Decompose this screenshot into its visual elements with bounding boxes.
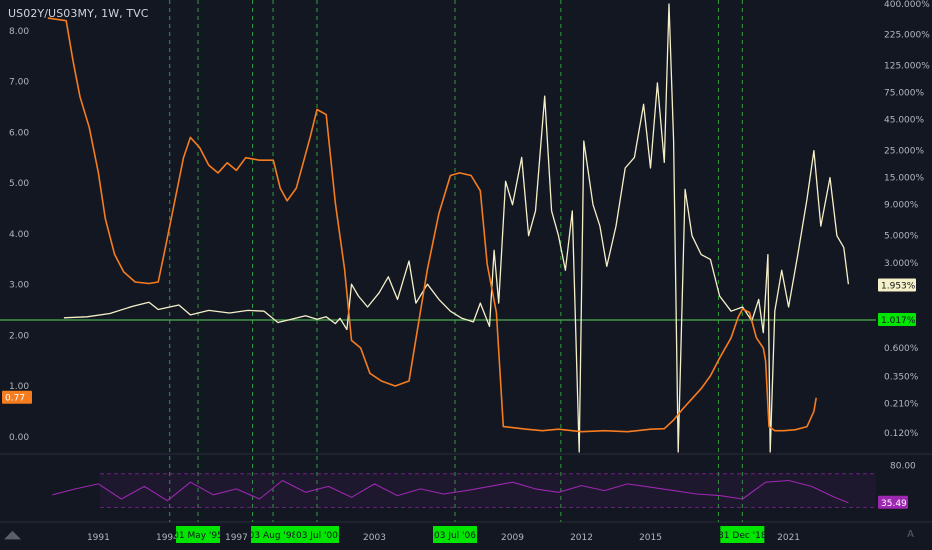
- last-value-volatility-badge-text: 1.953%: [881, 281, 916, 291]
- event-date-label: 03 Jul '06: [433, 526, 477, 543]
- right-axis-tick-label: 45.000%: [884, 116, 924, 126]
- chart-background: [0, 0, 932, 550]
- last-value-volatility-badge: 1.953%: [878, 278, 916, 292]
- time-axis-tick-label: 2015: [639, 533, 662, 543]
- right-axis-tick-label: 0.350%: [884, 372, 919, 382]
- left-axis-tick-label: 6.00: [9, 128, 29, 138]
- hline-value-badge-text: 1.017%: [881, 316, 916, 326]
- last-value-ratio-badge: 0.77: [2, 390, 32, 404]
- last-value-ratio-badge-text: 0.77: [5, 394, 25, 404]
- rsi-last-value-badge: 35.49: [878, 495, 908, 509]
- right-axis-tick-label: 75.000%: [884, 89, 924, 99]
- chart-title: US02Y/US03MY, 1W, TVC: [8, 7, 149, 20]
- event-date-label: 03 Aug '98: [249, 526, 298, 543]
- left-axis-tick-label: 1.00: [9, 382, 29, 392]
- left-axis-tick-label: 7.00: [9, 78, 29, 88]
- event-date-label-text: 03 Jul '06: [434, 531, 476, 541]
- tradingview-logo-icon: ◢◣: [4, 528, 21, 541]
- event-date-label-text: 03 Aug '98: [249, 531, 298, 541]
- right-axis-tick-label: 15.000%: [884, 174, 924, 184]
- event-date-label-text: 31 Dec '18: [718, 531, 767, 541]
- rsi-last-value-badge-text: 35.49: [881, 499, 907, 509]
- right-axis-tick-label: 3.000%: [884, 259, 919, 269]
- left-axis-tick-label: 4.00: [9, 230, 29, 240]
- time-axis-tick-label: 2009: [501, 533, 524, 543]
- time-axis-tick-label: 1991: [87, 533, 110, 543]
- left-axis-tick-label: 0.00: [9, 433, 29, 443]
- event-date-label: 31 Dec '18: [718, 526, 767, 543]
- left-axis-tick-label: 2.00: [9, 331, 29, 341]
- auto-scale-button[interactable]: A: [907, 529, 914, 540]
- rsi-axis-tick-label: 80.00: [890, 461, 916, 471]
- left-axis-tick-label: 8.00: [9, 27, 29, 37]
- right-axis-tick-label: 0.120%: [884, 429, 919, 439]
- right-axis-tick-label: 25.000%: [884, 147, 924, 157]
- rsi-band-fill: [100, 473, 876, 508]
- time-axis-tick-label: 1997: [225, 533, 248, 543]
- time-axis-tick-label: 2003: [363, 533, 386, 543]
- time-axis-tick-label: 2021: [777, 533, 800, 543]
- right-axis-tick-label: 400.000%: [884, 0, 930, 10]
- time-axis-tick-label: 2012: [570, 533, 593, 543]
- right-axis-tick-label: 0.210%: [884, 399, 919, 409]
- chart-root: 8.00 7.00 6.00 5.00 4.00 3.00 2.00 1.00 0.00 400.…: [0, 0, 932, 550]
- left-axis-tick-label: 3.00: [9, 281, 29, 291]
- right-axis-tick-label: 0.600%: [884, 344, 919, 354]
- event-date-label: 03 Jul '00: [294, 526, 339, 543]
- chart-svg: 8.00 7.00 6.00 5.00 4.00 3.00 2.00 1.00 0.00 400.…: [0, 0, 932, 550]
- event-date-label-text: 01 May '95: [173, 531, 223, 541]
- right-axis-tick-label: 225.000%: [884, 30, 930, 40]
- right-axis-tick-label: 125.000%: [884, 62, 930, 72]
- right-axis-tick-label: 5.000%: [884, 232, 919, 242]
- event-date-label: 01 May '95: [173, 526, 223, 543]
- event-date-label-text: 03 Jul '00: [296, 531, 338, 541]
- left-axis-tick-label: 5.00: [9, 179, 29, 189]
- right-axis-tick-label: 9.000%: [884, 201, 919, 211]
- hline-value-badge: 1.017%: [878, 312, 916, 326]
